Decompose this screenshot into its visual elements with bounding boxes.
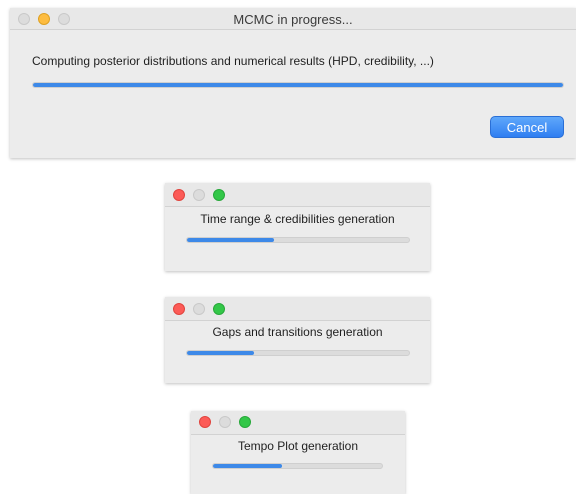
progress-fill [187, 351, 254, 355]
status-message: Computing posterior distributions and nu… [32, 54, 434, 68]
main-progress-fill [33, 83, 563, 87]
minimize-button[interactable] [193, 189, 205, 201]
minimize-button[interactable] [219, 416, 231, 428]
title-bar: MCMC in progress... [10, 8, 576, 30]
progress-bar [186, 237, 410, 243]
window-title: MCMC in progress... [233, 12, 353, 27]
title-bar [165, 297, 430, 321]
cancel-button[interactable]: Cancel [490, 116, 564, 138]
close-button[interactable] [199, 416, 211, 428]
zoom-button[interactable] [213, 303, 225, 315]
progress-bar [212, 463, 383, 469]
gaps-transitions-window: Gaps and transitions generation [165, 297, 430, 383]
window-controls [199, 416, 251, 428]
progress-fill [187, 238, 274, 242]
status-message: Tempo Plot generation [237, 439, 359, 453]
main-progress-bar [32, 82, 564, 88]
title-bar [165, 183, 430, 207]
window-controls [173, 189, 225, 201]
close-button[interactable] [173, 303, 185, 315]
minimize-button[interactable] [193, 303, 205, 315]
progress-fill [213, 464, 283, 468]
zoom-button[interactable] [213, 189, 225, 201]
zoom-button[interactable] [239, 416, 251, 428]
title-bar [191, 411, 405, 435]
time-range-window: Time range & credibilities generation [165, 183, 430, 271]
close-button[interactable] [173, 189, 185, 201]
tempo-plot-window: Tempo Plot generation [191, 411, 405, 494]
progress-bar [186, 350, 410, 356]
status-message: Time range & credibilities generation [200, 212, 395, 226]
status-message: Gaps and transitions generation [212, 325, 383, 339]
mcmc-progress-dialog: MCMC in progress... Computing posterior … [10, 8, 576, 158]
window-controls [173, 303, 225, 315]
